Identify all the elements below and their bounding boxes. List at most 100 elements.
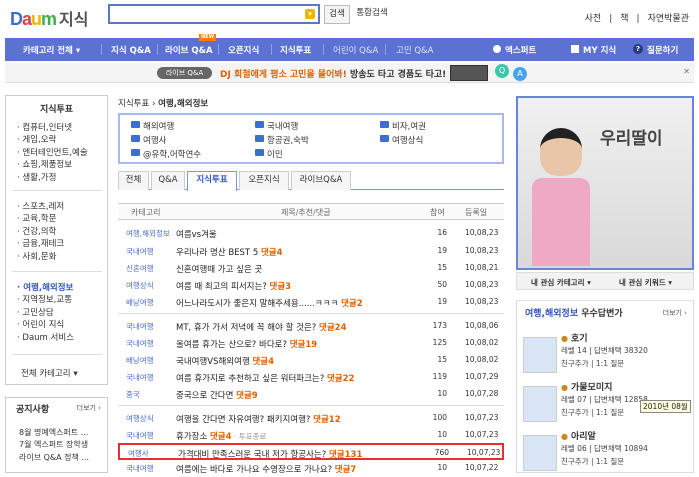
row-title[interactable]: 여름에는 바다로 가나요 수영장으로 가나요? 댓글7 xyxy=(176,463,356,475)
table-row[interactable]: 국내여행 여름에는 바다로 가나요 수영장으로 가나요? 댓글7 10 10,07,2… xyxy=(118,460,504,477)
table-row[interactable]: 배낭여행 국내여행VS해외여행 댓글4 15 10,08,02 xyxy=(118,352,504,369)
subcategory-folder[interactable]: @유학,어학연수 xyxy=(131,148,201,160)
promo-banner[interactable]: 라이브 Q&A DJ 회철에게 평소 고민을 물어봐! 방송도 타고 경품도 타… xyxy=(5,63,694,83)
row-category[interactable]: 국내여행 xyxy=(126,321,154,332)
subcategory-folder[interactable]: 이민 xyxy=(255,148,283,160)
row-title[interactable]: 올여름 휴가는 산으로? 바다로? 댓글19 xyxy=(176,338,317,350)
row-category[interactable]: 국내여행 xyxy=(126,246,154,257)
sidebar-item[interactable]: · 스포츠,레저 xyxy=(17,201,64,213)
expert-actions[interactable]: 친구추가 | 1:1 질문 xyxy=(561,407,624,418)
row-title[interactable]: 우리나라 명산 BEST 5 댓글4 xyxy=(176,246,283,258)
nav-all-categories[interactable]: 카테고리 전체 ▾ xyxy=(23,44,80,56)
row-title[interactable]: 어느나라도시가 좋은지 말해주세용......ㅋㅋㅋ 댓글2 xyxy=(176,297,363,309)
table-row[interactable]: 국내여행 우리나라 명산 BEST 5 댓글4 19 10,08,23 xyxy=(118,243,504,260)
row-comments[interactable]: 댓글4 xyxy=(252,357,274,367)
row-title[interactable]: 여행을 간다면 자유여행? 패키지여행? 댓글12 xyxy=(176,413,341,425)
row-category[interactable]: 여행상식 xyxy=(126,413,154,424)
notice-item[interactable]: 7월 엑스퍼트 장학생 xyxy=(19,439,89,451)
notice-item[interactable]: 8월 명예엑스퍼트 ... xyxy=(19,427,89,439)
nav-ask-question[interactable]: 질문하기 xyxy=(647,44,678,56)
expert-item[interactable]: 아리알 레벨 06 | 답변채택 10894 친구추가 | 1:1 질문 xyxy=(523,429,691,477)
sidebar-item[interactable]: · 어린이 지식 xyxy=(17,319,74,331)
row-category[interactable]: 배낭여행 xyxy=(126,355,154,366)
row-category[interactable]: 여행,해외정보 xyxy=(126,228,170,239)
sidebar-item[interactable]: · 지역정보,교통 xyxy=(17,294,74,306)
table-row[interactable]: 여행상식 여름 때 최고의 피서지는? 댓글3 50 10,08,23 xyxy=(118,277,504,294)
row-category[interactable]: 여행사 xyxy=(128,448,149,459)
sidebar-item[interactable]: · 엔터테인먼트,예술 xyxy=(17,147,88,159)
sidebar-item[interactable]: · 컴퓨터,인터넷 xyxy=(17,122,88,134)
subcategory-folder[interactable]: 여행사 xyxy=(131,134,166,146)
row-category[interactable]: 국내여행 xyxy=(126,338,154,349)
nav-worry-qa[interactable]: 고민 Q&A xyxy=(396,44,433,56)
table-row[interactable]: 여행사 가격대비 만족스러운 국내 저가 항공사는? 댓글131 760 10,07,… xyxy=(118,443,504,460)
row-category[interactable]: 배낭여행 xyxy=(126,297,154,308)
row-title[interactable]: 여름vs겨울 xyxy=(176,228,217,240)
ad-banner[interactable]: 우리딸이 xyxy=(516,96,694,270)
row-category[interactable]: 신혼여행 xyxy=(126,263,154,274)
row-comments[interactable]: 댓글3 xyxy=(270,282,292,292)
nav-kids-qa[interactable]: 어린이 Q&A xyxy=(333,44,378,56)
expert-actions[interactable]: 친구추가 | 1:1 질문 xyxy=(561,358,624,369)
nav-knowledge-qa[interactable]: 지식 Q&A xyxy=(111,44,151,56)
row-comments[interactable]: 댓글7 xyxy=(335,465,357,475)
expert-name[interactable]: 호기 xyxy=(561,331,588,344)
experts-more-link[interactable]: 더보기 › xyxy=(663,308,687,318)
my-category-dropdown[interactable]: 내 관심 카테고리 ▾ xyxy=(531,277,591,288)
row-comments[interactable]: 댓글24 xyxy=(319,323,346,333)
tab-all[interactable]: 전체 xyxy=(118,171,149,190)
row-title[interactable]: 중국으로 간다면 댓글9 xyxy=(176,389,258,401)
sidebar-item[interactable]: · 사회,문화 xyxy=(17,251,64,263)
integrated-search-link[interactable]: 통합검색 xyxy=(354,5,390,24)
row-title[interactable]: 신혼여행때 가고 싶은 곳 xyxy=(176,263,262,275)
table-row[interactable]: 중국 중국으로 간다면 댓글9 10 10,07,28 xyxy=(118,386,504,403)
tab-qa[interactable]: Q&A xyxy=(151,171,185,190)
sidebar-item[interactable]: · 생활,가정 xyxy=(17,172,88,184)
row-category[interactable]: 국내여행 xyxy=(126,372,154,383)
tab-live-qa[interactable]: 라이브Q&A xyxy=(291,171,351,190)
row-comments[interactable]: 댓글12 xyxy=(313,415,340,425)
row-title[interactable]: 여름 때 최고의 피서지는? 댓글3 xyxy=(176,280,291,292)
row-comments[interactable]: 댓글4 xyxy=(210,432,232,442)
expert-item[interactable]: 호기 레벨 14 | 답변채택 38320 친구추가 | 1:1 질문 xyxy=(523,331,691,379)
table-row[interactable]: 신혼여행 신혼여행때 가고 싶은 곳 15 10,08,21 xyxy=(118,260,504,277)
row-category[interactable]: 국내여행 xyxy=(126,430,154,441)
row-comments[interactable]: 댓글9 xyxy=(236,391,258,401)
row-title[interactable]: 휴가장소 댓글4 · 투표종료 xyxy=(176,430,266,442)
search-input[interactable]: ▾ xyxy=(108,4,320,24)
subcategory-folder[interactable]: 국내여행 xyxy=(255,120,298,132)
my-keyword-dropdown[interactable]: 내 관심 키워드 ▾ xyxy=(619,277,672,288)
subcategory-folder[interactable]: 여행상식 xyxy=(380,134,423,146)
all-categories-link[interactable]: 전체 카테고리 ▾ xyxy=(21,367,78,379)
row-comments[interactable]: 댓글22 xyxy=(327,374,354,384)
tab-open-knowledge[interactable]: 오픈지식 xyxy=(239,171,289,190)
notice-item[interactable]: 라이브 Q&A 정책 ... xyxy=(19,452,89,464)
sidebar-item[interactable]: · 금융,재테크 xyxy=(17,238,64,250)
nav-open-knowledge[interactable]: 오픈지식 xyxy=(228,44,259,56)
row-category[interactable]: 여행상식 xyxy=(126,280,154,291)
table-row[interactable]: 국내여행 여름 휴가지로 추천하고 싶은 워터파크는? 댓글22 119 10,07,… xyxy=(118,369,504,386)
subcategory-folder[interactable]: 항공권,숙박 xyxy=(255,134,309,146)
expert-name[interactable]: 아리알 xyxy=(561,429,596,442)
sidebar-item-travel[interactable]: · 여행,해외정보 xyxy=(17,282,74,294)
row-category[interactable]: 국내여행 xyxy=(126,463,154,474)
nav-live-qa[interactable]: 라이브 Q&A xyxy=(165,44,213,56)
breadcrumb-root[interactable]: 지식투표 › xyxy=(118,99,155,109)
row-category[interactable]: 중국 xyxy=(126,389,140,400)
daum-logo[interactable]: Daum 지식 xyxy=(10,6,102,29)
search-button[interactable]: 검색 xyxy=(324,5,350,24)
row-title[interactable]: 가격대비 만족스러운 국내 저가 항공사는? 댓글131 xyxy=(178,448,362,460)
top-link-books[interactable]: 책 xyxy=(620,14,628,24)
row-comments[interactable]: 댓글2 xyxy=(341,299,363,309)
table-row[interactable]: 여행상식 여행을 간다면 자유여행? 패키지여행? 댓글12 100 10,07,23 xyxy=(118,410,504,427)
table-row[interactable]: 국내여행 올여름 휴가는 산으로? 바다로? 댓글19 125 10,08,02 xyxy=(118,335,504,352)
row-title[interactable]: 국내여행VS해외여행 댓글4 xyxy=(176,355,274,367)
sidebar-item[interactable]: · 게임,오락 xyxy=(17,134,88,146)
top-link-museum[interactable]: 자연박물관 xyxy=(648,14,689,24)
row-comments[interactable]: 댓글19 xyxy=(290,340,317,350)
subcategory-folder[interactable]: 비자,여권 xyxy=(380,120,426,132)
row-comments[interactable]: 댓글131 xyxy=(329,450,362,460)
nav-expert[interactable]: 엑스퍼트 xyxy=(505,44,536,56)
row-comments[interactable]: 댓글4 xyxy=(261,248,283,258)
table-row[interactable]: 배낭여행 어느나라도시가 좋은지 말해주세용......ㅋㅋㅋ 댓글2 19 10,0… xyxy=(118,294,504,311)
